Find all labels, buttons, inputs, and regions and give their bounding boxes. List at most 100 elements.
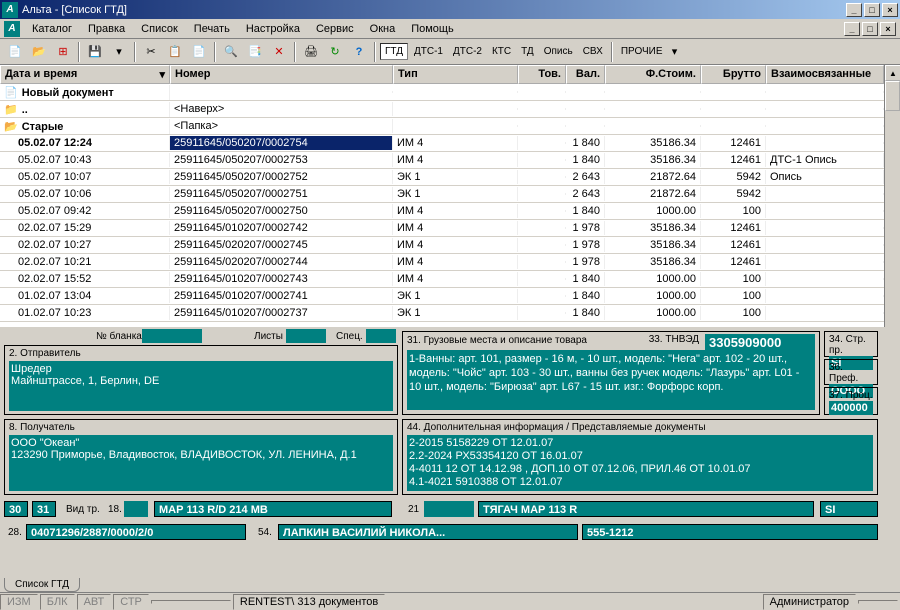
col-br[interactable]: Брутто — [701, 65, 766, 84]
tb-dts1[interactable]: ДТС-1 — [410, 44, 447, 59]
minimize-button[interactable]: _ — [846, 3, 862, 17]
col-num[interactable]: Номер — [170, 65, 393, 84]
table-row[interactable]: 📁..<Наверх> — [0, 101, 884, 118]
tb-kts[interactable]: КТС — [488, 44, 515, 59]
f54-phone[interactable]: 555-1212 — [582, 524, 878, 540]
open-icon[interactable]: 📂 — [28, 41, 50, 63]
cell-rel — [766, 244, 884, 246]
menu-settings[interactable]: Настройка — [238, 21, 308, 37]
f21-val[interactable]: ТЯГАЧ МАР 113 R — [478, 501, 814, 517]
copy-icon[interactable]: 📋 — [164, 41, 186, 63]
f34-box: 34. Стр. пр.SI — [824, 331, 878, 357]
child-close-button[interactable]: × — [880, 22, 896, 36]
cell-tov — [518, 210, 566, 212]
col-fst[interactable]: Ф.Стоим. — [605, 65, 701, 84]
saveall-icon[interactable]: ▾ — [108, 41, 130, 63]
f44-text[interactable]: 2-2015 5158229 ОТ 12.01.07 2.2-2024 РХ53… — [407, 435, 873, 491]
col-tov[interactable]: Тов. — [518, 65, 566, 84]
status-blk: БЛК — [40, 594, 75, 610]
table-row[interactable]: 01.02.07 13:0425911645/010207/0002741ЭК … — [0, 288, 884, 305]
tab-list[interactable]: Список ГТД — [4, 578, 80, 592]
f28-val[interactable]: 04071296/2887/0000/2/0 — [26, 524, 246, 540]
dropdown-icon[interactable]: ▾ — [669, 41, 681, 63]
status-izm: ИЗМ — [0, 594, 38, 610]
table-row[interactable]: 05.02.07 12:2425911645/050207/0002754ИМ … — [0, 135, 884, 152]
cell-rel — [766, 142, 884, 144]
help-icon[interactable]: ? — [348, 41, 370, 63]
menu-help[interactable]: Помощь — [403, 21, 462, 37]
f33-value[interactable]: 3305909000 — [705, 334, 815, 351]
find-icon[interactable]: 🔍 — [220, 41, 242, 63]
f18-code[interactable] — [124, 501, 148, 517]
table-row[interactable]: 05.02.07 10:0725911645/050207/0002752ЭК … — [0, 169, 884, 186]
tb-other[interactable]: ПРОЧИЕ — [617, 44, 667, 59]
f18-val[interactable]: МАР 113 R/D 214 МВ — [154, 501, 392, 517]
cell-fst: 21872.64 — [605, 187, 701, 201]
tb-dts2[interactable]: ДТС-2 — [449, 44, 486, 59]
maximize-button[interactable]: □ — [864, 3, 880, 17]
list-field[interactable] — [286, 329, 326, 343]
filter-icon[interactable]: 📑 — [244, 41, 266, 63]
grid-body[interactable]: 📄Новый документ📁..<Наверх>📂Старые<Папка>… — [0, 84, 884, 327]
paste-icon[interactable]: 📄 — [188, 41, 210, 63]
spec-field[interactable] — [366, 329, 396, 343]
f8-text[interactable]: ООО "Океан" 123290 Приморье, Владивосток… — [9, 435, 393, 491]
print-icon[interactable]: 🖨 — [300, 41, 322, 63]
f31n[interactable]: 31 — [32, 501, 56, 517]
menu-print[interactable]: Печать — [186, 21, 238, 37]
cell-val — [566, 91, 605, 93]
menu-windows[interactable]: Окна — [362, 21, 404, 37]
table-row[interactable]: 02.02.07 10:2125911645/020207/0002744ИМ … — [0, 254, 884, 271]
status-str: СТР — [113, 594, 149, 610]
table-row[interactable]: 05.02.07 10:4325911645/050207/0002753ИМ … — [0, 152, 884, 169]
delete-icon[interactable]: ✕ — [268, 41, 290, 63]
refresh-icon[interactable]: ↻ — [324, 41, 346, 63]
table-row[interactable]: 05.02.07 09:4225911645/050207/0002750ИМ … — [0, 203, 884, 220]
f30[interactable]: 30 — [4, 501, 28, 517]
new-icon[interactable]: 📄 — [4, 41, 26, 63]
blank-field[interactable] — [142, 329, 202, 343]
child-minimize-button[interactable]: _ — [844, 22, 860, 36]
table-row[interactable]: 📂Старые<Папка> — [0, 118, 884, 135]
child-maximize-button[interactable]: □ — [862, 22, 878, 36]
f44-label: 44. Дополнительная информация / Представ… — [407, 422, 873, 433]
f31-text[interactable]: 1-Ванны: арт. 101, размер - 16 м, - 10 ш… — [407, 350, 815, 410]
table-row[interactable]: 02.02.07 10:2725911645/020207/0002745ИМ … — [0, 237, 884, 254]
f21-code[interactable] — [424, 501, 474, 517]
f54-val[interactable]: ЛАПКИН ВАСИЛИЙ НИКОЛА... — [278, 524, 578, 540]
close-button[interactable]: × — [882, 3, 898, 17]
vscroll[interactable]: ▲ — [884, 65, 900, 327]
cell-type: ИМ 4 — [393, 238, 518, 252]
cell-val: 1 978 — [566, 238, 605, 252]
col-date[interactable]: Дата и время ▾ — [0, 65, 170, 84]
menu-catalog[interactable]: Каталог — [24, 21, 80, 37]
tb-svh[interactable]: СВХ — [579, 44, 607, 59]
table-row[interactable]: 01.02.07 10:2325911645/010207/0002737ЭК … — [0, 305, 884, 322]
f37-val[interactable]: 400000 — [829, 401, 873, 415]
tb-td[interactable]: ТД — [517, 44, 538, 59]
save-icon[interactable]: 💾 — [84, 41, 106, 63]
f2-text[interactable]: Шредер Майнштрассе, 1, Берлин, DE — [9, 361, 393, 411]
scroll-up-icon[interactable]: ▲ — [885, 65, 900, 81]
table-row[interactable]: 02.02.07 15:5225911645/010207/0002743ИМ … — [0, 271, 884, 288]
cell-type: ИМ 4 — [393, 221, 518, 235]
cell-val: 1 840 — [566, 153, 605, 167]
cell-date: 05.02.07 12:24 — [0, 136, 170, 150]
f28-label: 28. — [8, 527, 22, 538]
table-row[interactable]: 📄Новый документ — [0, 84, 884, 101]
menu-list[interactable]: Список — [133, 21, 186, 37]
tb-opis[interactable]: Опись — [540, 44, 577, 59]
menu-service[interactable]: Сервис — [308, 21, 362, 37]
table-row[interactable]: 05.02.07 10:0625911645/050207/0002751ЭК … — [0, 186, 884, 203]
table-row[interactable]: 02.02.07 15:2925911645/010207/0002742ИМ … — [0, 220, 884, 237]
col-rel[interactable]: Взаимосвязанные — [766, 65, 884, 84]
cell-date: 02.02.07 10:27 — [0, 238, 170, 252]
toolbar: 📄 📂 ⊞ 💾 ▾ ✂ 📋 📄 🔍 📑 ✕ 🖨 ↻ ? ГТД ДТС-1 ДТ… — [0, 39, 900, 65]
cut-icon[interactable]: ✂ — [140, 41, 162, 63]
field-icon[interactable]: ⊞ — [52, 41, 74, 63]
col-val[interactable]: Вал. — [566, 65, 605, 84]
f-si[interactable]: SI — [820, 501, 878, 517]
tb-gtd[interactable]: ГТД — [380, 43, 408, 60]
col-type[interactable]: Тип — [393, 65, 518, 84]
menu-edit[interactable]: Правка — [80, 21, 133, 37]
